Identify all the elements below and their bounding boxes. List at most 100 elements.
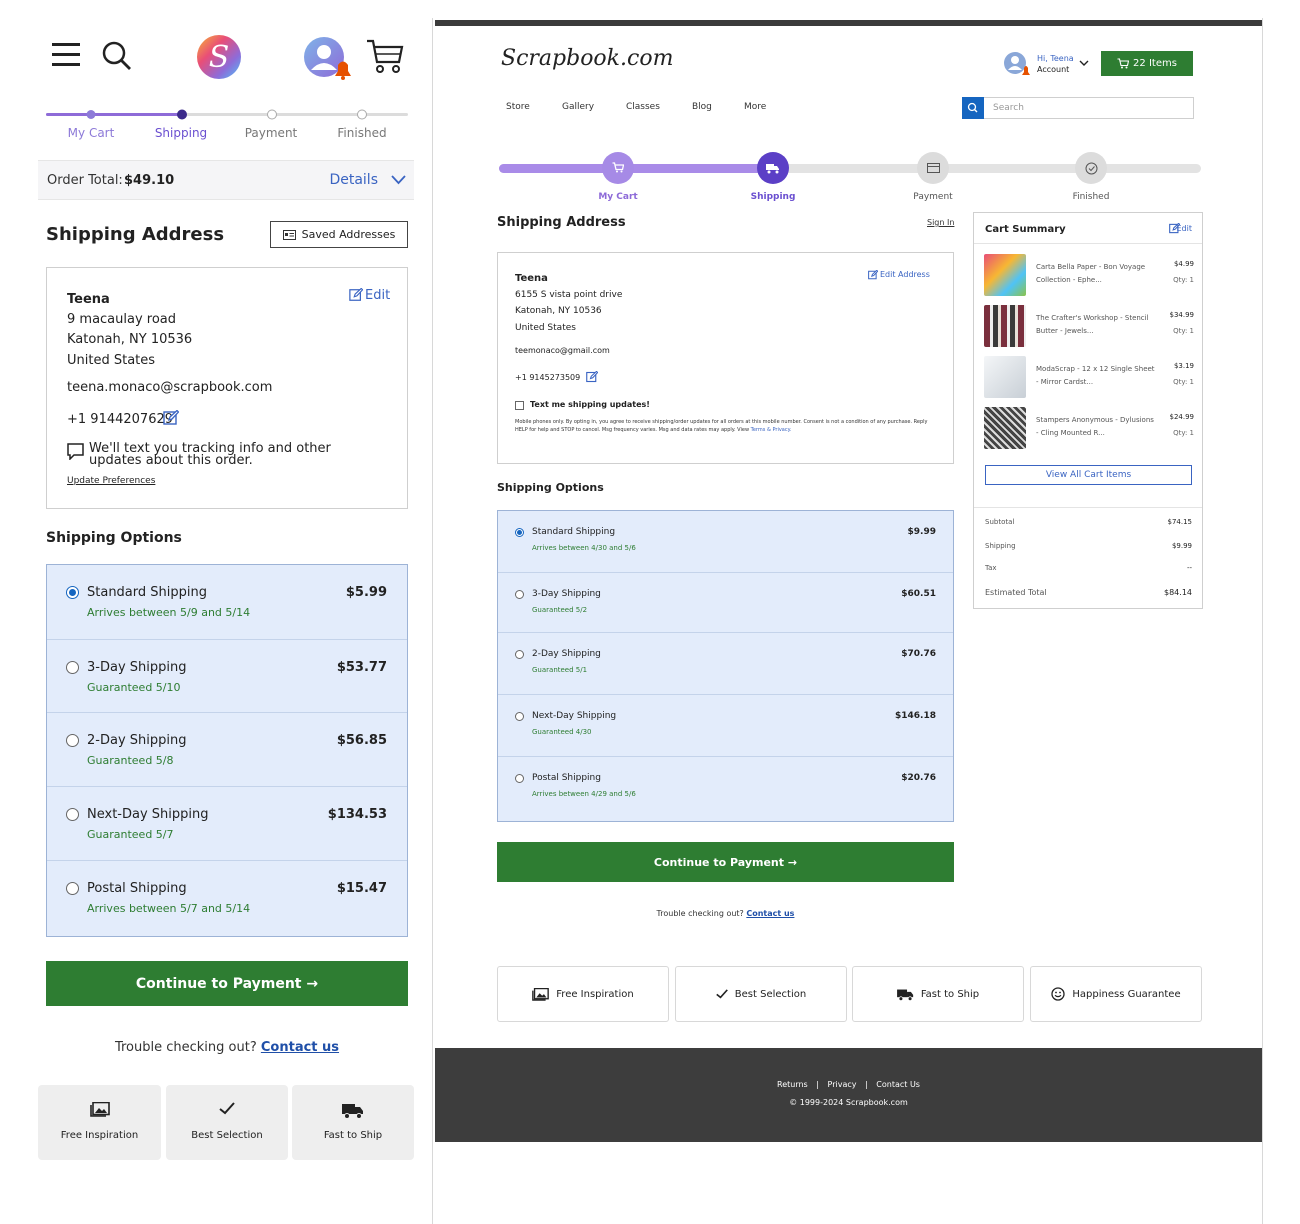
nav-store[interactable]: Store [506, 102, 530, 112]
option-price: $146.18 [895, 711, 936, 721]
search-icon[interactable] [101, 40, 133, 72]
shipping-value: $9.99 [1171, 542, 1192, 550]
nav-gallery[interactable]: Gallery [562, 102, 594, 112]
radio-standard[interactable] [66, 586, 79, 599]
shipping-option-3day[interactable]: 3-Day Shipping Guaranteed 5/2 $60.51 [498, 573, 953, 633]
shipping-option-standard[interactable]: Standard Shipping Arrives between 5/9 an… [47, 565, 407, 640]
radio-3day[interactable] [66, 661, 79, 674]
tax-label: Tax [985, 564, 997, 572]
radio-2day[interactable] [66, 734, 79, 747]
feature-free-inspiration: Free Inspiration [497, 966, 669, 1022]
cart-edit-link[interactable]: Edit [1177, 224, 1193, 233]
option-price: $20.76 [901, 773, 936, 783]
shipping-option-nextday[interactable]: Next-Day Shipping Guaranteed 4/30 $146.1… [498, 695, 953, 757]
view-all-cart-items-button[interactable]: View All Cart Items [985, 465, 1192, 485]
radio-postal[interactable] [66, 882, 79, 895]
option-delivery: Arrives between 4/29 and 5/6 [532, 790, 636, 798]
desktop-checkout-view: Scrapbook.com Hi, Teena Account 22 Items… [432, 18, 1263, 1224]
option-name: Postal Shipping [532, 773, 601, 783]
shipping-option-postal[interactable]: Postal Shipping Arrives between 4/29 and… [498, 757, 953, 821]
contact-us-link[interactable]: Contact us [746, 909, 794, 918]
cart-item-price: $4.99 [1173, 260, 1194, 268]
trouble-text: Trouble checking out? [114, 1040, 257, 1055]
shipping-option-2day[interactable]: 2-Day Shipping Guaranteed 5/8 $56.85 [47, 713, 407, 787]
address-name: Teena [515, 273, 548, 284]
radio-standard[interactable] [515, 528, 524, 537]
cart-item[interactable]: Carta Bella Paper - Bon Voyage Collectio… [984, 254, 1194, 298]
update-preferences-link[interactable]: Update Preferences [67, 476, 155, 486]
footer-link-privacy[interactable]: Privacy [828, 1080, 857, 1089]
address-email: teemonaco@gmail.com [515, 346, 610, 355]
radio-3day[interactable] [515, 590, 524, 599]
cart-item[interactable]: The Crafter's Workshop - Stencil Butter … [984, 305, 1194, 349]
saved-addresses-button[interactable]: Saved Addresses [270, 221, 408, 248]
site-logo[interactable]: Scrapbook.com [501, 46, 673, 71]
nav-blog[interactable]: Blog [692, 102, 712, 112]
text-updates-label[interactable]: Text me shipping updates! [530, 400, 650, 409]
nav-more[interactable]: More [744, 102, 766, 112]
details-toggle[interactable]: Details [329, 172, 378, 188]
account-avatar-icon[interactable] [303, 36, 353, 80]
feature-label: Best Selection [191, 1130, 263, 1141]
terms-privacy-link[interactable]: Terms & Privacy. [751, 427, 792, 433]
order-total-label: Order Total: [47, 173, 123, 188]
account-menu[interactable]: Hi, Teena Account [1003, 51, 1093, 81]
edit-phone-icon[interactable] [586, 371, 598, 383]
nav-classes[interactable]: Classes [626, 102, 660, 112]
feature-label: Free Inspiration [556, 988, 634, 1000]
footer-link-contact[interactable]: Contact Us [876, 1080, 920, 1089]
cart-icon[interactable] [366, 38, 404, 74]
address-phone: +1 9145273509 [515, 373, 581, 382]
cart-button[interactable]: 22 Items [1101, 51, 1193, 76]
edit-address-link[interactable]: Edit [365, 288, 390, 303]
subtotal-value: $74.15 [1167, 518, 1193, 526]
svg-text:S: S [209, 40, 230, 75]
truck-icon [896, 988, 914, 1001]
feature-best-selection: Best Selection [675, 966, 847, 1022]
edit-address-link[interactable]: Edit Address [880, 270, 930, 279]
edit-icon[interactable] [868, 270, 878, 280]
feature-fast-to-ship: Fast to Ship [852, 966, 1024, 1022]
scrapbook-logo-icon[interactable]: S [196, 34, 242, 80]
address-line1: 9 macaulay road [67, 312, 177, 327]
step-my-cart[interactable]: My Cart [51, 126, 131, 140]
radio-postal[interactable] [515, 774, 524, 783]
hamburger-menu-icon[interactable] [52, 42, 80, 68]
chevron-down-icon[interactable] [391, 175, 406, 185]
edit-icon[interactable] [349, 288, 363, 302]
option-name: Standard Shipping [532, 527, 616, 537]
cart-item-qty: Qty: 1 [1173, 276, 1194, 284]
step-my-cart[interactable]: My Cart [578, 192, 658, 202]
shipping-option-postal[interactable]: Postal Shipping Arrives between 5/7 and … [47, 861, 407, 936]
product-thumbnail [984, 305, 1026, 347]
shipping-option-standard[interactable]: Standard Shipping Arrives between 4/30 a… [498, 511, 953, 573]
checkout-progress [46, 109, 408, 121]
feature-best-selection: Best Selection [166, 1085, 288, 1160]
shipping-option-nextday[interactable]: Next-Day Shipping Guaranteed 5/7 $134.53 [47, 787, 407, 861]
mobile-checkout-view: S My Cart Shipping Payment Finished Orde… [0, 0, 430, 1224]
footer-link-returns[interactable]: Returns [777, 1080, 808, 1089]
edit-phone-icon[interactable] [163, 410, 179, 426]
contact-us-link[interactable]: Contact us [261, 1040, 339, 1055]
option-delivery: Arrives between 5/9 and 5/14 [87, 606, 251, 619]
step-finished: Finished [1072, 192, 1110, 202]
continue-to-payment-button[interactable]: Continue to Payment → [46, 961, 408, 1006]
order-total-bar: Order Total: $49.10 Details [38, 160, 414, 200]
continue-to-payment-button[interactable]: Continue to Payment → [497, 842, 954, 882]
cart-item[interactable]: Stampers Anonymous - Dylusions - Cling M… [984, 407, 1194, 451]
radio-nextday[interactable] [515, 712, 524, 721]
text-updates-checkbox[interactable] [515, 401, 524, 410]
radio-nextday[interactable] [66, 808, 79, 821]
search-button[interactable] [962, 97, 984, 119]
cart-item[interactable]: ModaScrap - 12 x 12 Single Sheet - Mirro… [984, 356, 1194, 400]
shipping-option-2day[interactable]: 2-Day Shipping Guaranteed 5/1 $70.76 [498, 633, 953, 695]
step-payment: Payment [244, 126, 298, 140]
radio-2day[interactable] [515, 650, 524, 659]
sign-in-link[interactable]: Sign In [927, 218, 954, 227]
address-name: Teena [67, 292, 110, 307]
site-footer: Returns | Privacy | Contact Us © 1999-20… [435, 1048, 1262, 1142]
address-country: United States [67, 353, 156, 368]
shipping-option-3day[interactable]: 3-Day Shipping Guaranteed 5/10 $53.77 [47, 640, 407, 713]
search-input[interactable]: Search [993, 103, 1024, 113]
option-name: Standard Shipping [87, 585, 207, 600]
